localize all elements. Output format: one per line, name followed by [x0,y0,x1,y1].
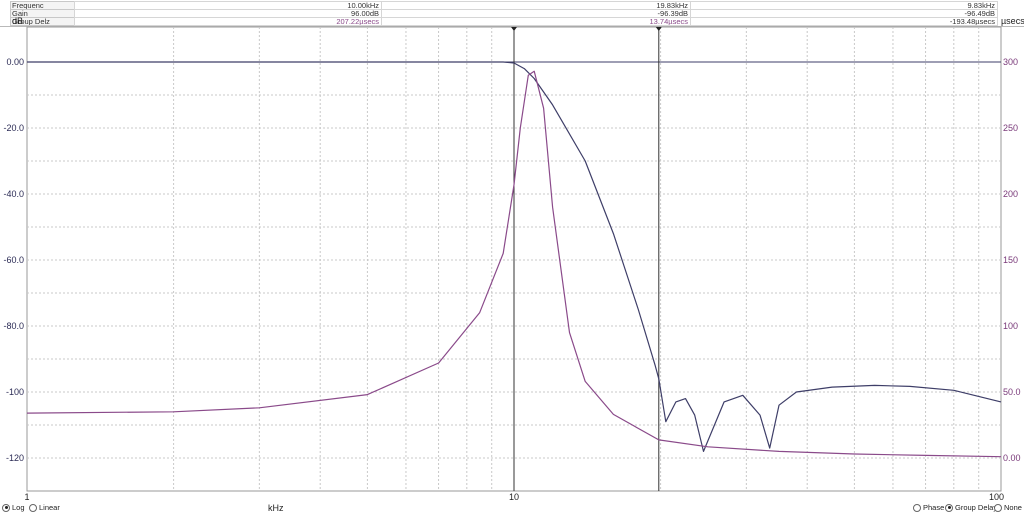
frequency-response-plot[interactable] [0,0,1024,514]
option-phase[interactable]: Phase [913,503,944,512]
option-group-delay[interactable]: Group Delay [945,503,997,512]
option-log[interactable]: Log [2,503,25,512]
cursor-marker-icon [511,27,517,31]
radio-none-icon[interactable] [994,503,1002,512]
option-label: Log [12,503,25,512]
option-label: Phase [923,503,945,512]
radio-linear-icon[interactable] [29,503,37,512]
radio-log-icon[interactable] [2,503,10,512]
radio-group-delay-icon[interactable] [945,503,953,512]
option-label: None [1004,503,1022,512]
option-none[interactable]: None [994,503,1022,512]
x-axis-unit: kHz [268,503,284,513]
option-label: Group Delay [955,503,998,512]
option-linear[interactable]: Linear [29,503,60,512]
radio-phase-icon[interactable] [913,503,921,512]
option-label: Linear [39,503,60,512]
